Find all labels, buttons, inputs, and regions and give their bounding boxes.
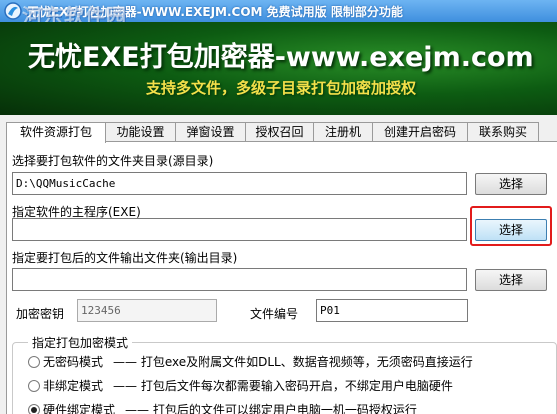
tab-license-recall[interactable]: 授权召回 — [245, 122, 314, 142]
radio-unbound[interactable] — [28, 379, 40, 392]
main-exe-input[interactable] — [12, 218, 467, 241]
mode-option-name: 无密码模式 — [43, 355, 104, 369]
banner-tagline: 支持多文件，多级子目录打包加密加授权 — [146, 79, 417, 97]
file-no-input[interactable]: P01 — [316, 299, 468, 322]
tab-resource-pack[interactable]: 软件资源打包 — [6, 122, 106, 143]
highlight-box — [470, 206, 552, 246]
output-dir-label: 指定要打包后的文件输出文件夹(输出目录) — [12, 251, 238, 265]
output-dir-input[interactable] — [12, 268, 467, 291]
mode-option-name: 非绑定模式 — [43, 379, 104, 393]
mode-option-desc: —— 打包后的文件可以绑定用户电脑一机一码授权运行 — [125, 403, 417, 414]
key-label: 加密密钥 — [16, 307, 65, 321]
banner: 无忧EXE打包加密器-www.exejm.com 支持多文件，多级子目录打包加密… — [0, 22, 557, 115]
mode-option-desc: —— 打包后文件每次都需要输入密码开启，不绑定用户电脑硬件 — [113, 379, 453, 393]
tab-keygen[interactable]: 注册机 — [313, 122, 373, 142]
tab-features[interactable]: 功能设置 — [105, 122, 176, 142]
mode-option-desc: —— 打包exe及附属文件如DLL、数据音视频等，无须密码直接运行 — [113, 355, 473, 369]
source-dir-input[interactable]: D:\QQMusicCache — [12, 172, 467, 195]
app-logo-icon — [4, 2, 22, 20]
mode-option-no-password[interactable]: 无密码模式 —— 打包exe及附属文件如DLL、数据音视频等，无须密码直接运行 — [28, 353, 473, 370]
mode-group-title: 指定打包加密模式 — [28, 334, 133, 351]
output-dir-browse-button[interactable]: 选择 — [475, 269, 547, 291]
source-dir-browse-button[interactable]: 选择 — [475, 173, 547, 195]
banner-headline: 无忧EXE打包加密器-www.exejm.com — [28, 42, 534, 73]
tab-popup[interactable]: 弹窗设置 — [175, 122, 246, 142]
source-dir-label: 选择要打包软件的文件夹目录(源目录) — [12, 154, 214, 168]
tab-contact-buy[interactable]: 联系购买 — [467, 122, 539, 142]
radio-no-password[interactable] — [28, 355, 40, 368]
radio-hardware-bound[interactable] — [28, 403, 40, 414]
mode-option-hardware-bound[interactable]: 硬件绑定模式 —— 打包后的文件可以绑定用户电脑一机一码授权运行 — [28, 401, 417, 414]
mode-option-name: 硬件绑定模式 — [43, 403, 116, 414]
mode-option-unbound[interactable]: 非绑定模式 —— 打包后文件每次都需要输入密码开启，不绑定用户电脑硬件 — [28, 377, 453, 394]
file-no-label: 文件编号 — [250, 307, 299, 321]
tab-bar: 软件资源打包 功能设置 弹窗设置 授权召回 注册机 创建开启密码 联系购买 — [6, 122, 539, 143]
key-input[interactable]: 123456 — [77, 299, 217, 322]
tab-create-password[interactable]: 创建开启密码 — [372, 122, 468, 142]
title-bar: 无忧EXE打包加密器-WWW.EXEJM.COM 免费试用版 限制部分功能 河东… — [0, 0, 557, 28]
